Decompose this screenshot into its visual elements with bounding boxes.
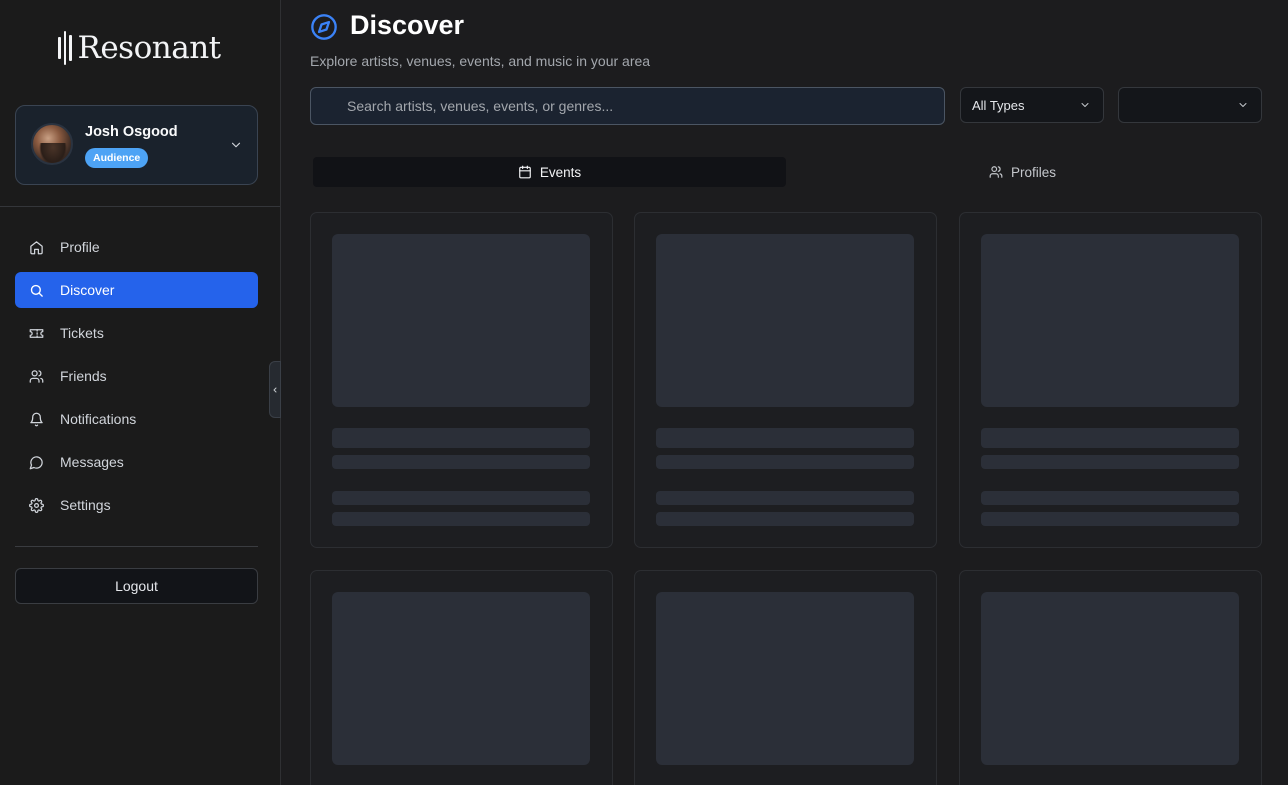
chevron-down-icon (1081, 103, 1089, 107)
sidebar-item-tickets[interactable]: Tickets (15, 315, 258, 351)
logo-mark-icon (58, 30, 72, 66)
skeleton-image (656, 592, 914, 765)
home-icon (30, 240, 43, 254)
sidebar-divider (0, 206, 280, 207)
sidebar-item-label: Messages (60, 454, 124, 470)
gear-icon (29, 497, 44, 513)
skeleton-line (981, 512, 1239, 526)
search-input[interactable] (311, 88, 944, 124)
skeleton-title (981, 428, 1239, 448)
sidebar-item-label: Notifications (60, 411, 137, 427)
skeleton-title (332, 428, 590, 448)
page-title: Discover (350, 10, 465, 40)
users-icon (29, 369, 44, 383)
skeleton-line (332, 512, 590, 526)
sidebar-item-discover[interactable]: Discover (15, 272, 258, 308)
chevron-left-icon (273, 387, 277, 392)
event-card-skeleton (310, 570, 613, 785)
sidebar: Resonant Josh Osgood Audience Profile Di… (0, 0, 281, 785)
brand-logo[interactable]: Resonant (58, 26, 221, 70)
avatar (31, 123, 73, 165)
secondary-filter-select[interactable] (1118, 87, 1262, 123)
search-field (310, 87, 945, 125)
sidebar-item-label: Discover (60, 282, 115, 298)
skeleton-image (332, 592, 590, 765)
event-card-skeleton (634, 212, 937, 548)
sidebar-item-notifications[interactable]: Notifications (15, 401, 258, 437)
page-subtitle: Explore artists, venues, events, and mus… (310, 53, 651, 69)
compass-icon (311, 14, 337, 40)
skeleton-line (981, 455, 1239, 469)
brand-name: Resonant (77, 30, 222, 66)
user-name: Josh Osgood (85, 124, 178, 140)
type-filter-value: All Types (972, 97, 1025, 113)
tab-label: Profiles (1010, 164, 1056, 180)
role-badge: Audience (85, 148, 149, 168)
main-content: Discover Explore artists, venues, events… (281, 0, 1288, 785)
tab-events[interactable]: Events (313, 157, 786, 187)
event-card-skeleton (959, 212, 1262, 548)
user-menu-card[interactable]: Josh Osgood Audience (15, 105, 258, 185)
sidebar-item-profile[interactable]: Profile (15, 229, 258, 265)
sidebar-item-label: Profile (60, 239, 100, 255)
skeleton-line (656, 491, 914, 505)
skeleton-image (981, 234, 1239, 407)
event-card-skeleton (634, 570, 937, 785)
skeleton-line (981, 491, 1239, 505)
bell-icon (30, 412, 43, 426)
sidebar-item-label: Tickets (60, 325, 104, 341)
event-card-skeleton (959, 570, 1262, 785)
skeleton-line (332, 455, 590, 469)
users-icon (989, 166, 1003, 178)
calendar-icon (519, 165, 531, 179)
app-root: Resonant Josh Osgood Audience Profile Di… (0, 0, 1288, 785)
sidebar-item-messages[interactable]: Messages (15, 444, 258, 480)
search-icon (30, 284, 43, 297)
sidebar-collapse-toggle[interactable] (269, 361, 281, 418)
sidebar-item-label: Friends (60, 368, 107, 384)
skeleton-line (656, 512, 914, 526)
skeleton-title (656, 428, 914, 448)
logout-button[interactable]: Logout (15, 568, 258, 604)
chevron-down-icon (1239, 103, 1247, 107)
skeleton-line (656, 455, 914, 469)
ticket-icon (29, 328, 44, 338)
tab-profiles[interactable]: Profiles (786, 157, 1259, 187)
type-filter-select[interactable]: All Types (960, 87, 1104, 123)
chevron-down-icon[interactable] (229, 138, 243, 152)
sidebar-divider-bottom (15, 546, 258, 547)
message-circle-icon (29, 455, 43, 469)
sidebar-item-settings[interactable]: Settings (15, 487, 258, 523)
skeleton-line (332, 491, 590, 505)
sidebar-item-friends[interactable]: Friends (15, 358, 258, 394)
tab-label: Events (539, 164, 582, 180)
skeleton-image (981, 592, 1239, 765)
skeleton-image (332, 234, 590, 407)
skeleton-image (656, 234, 914, 407)
discover-tabs: Events Profiles (310, 155, 1262, 189)
event-card-skeleton (310, 212, 613, 548)
sidebar-item-label: Settings (60, 497, 111, 513)
